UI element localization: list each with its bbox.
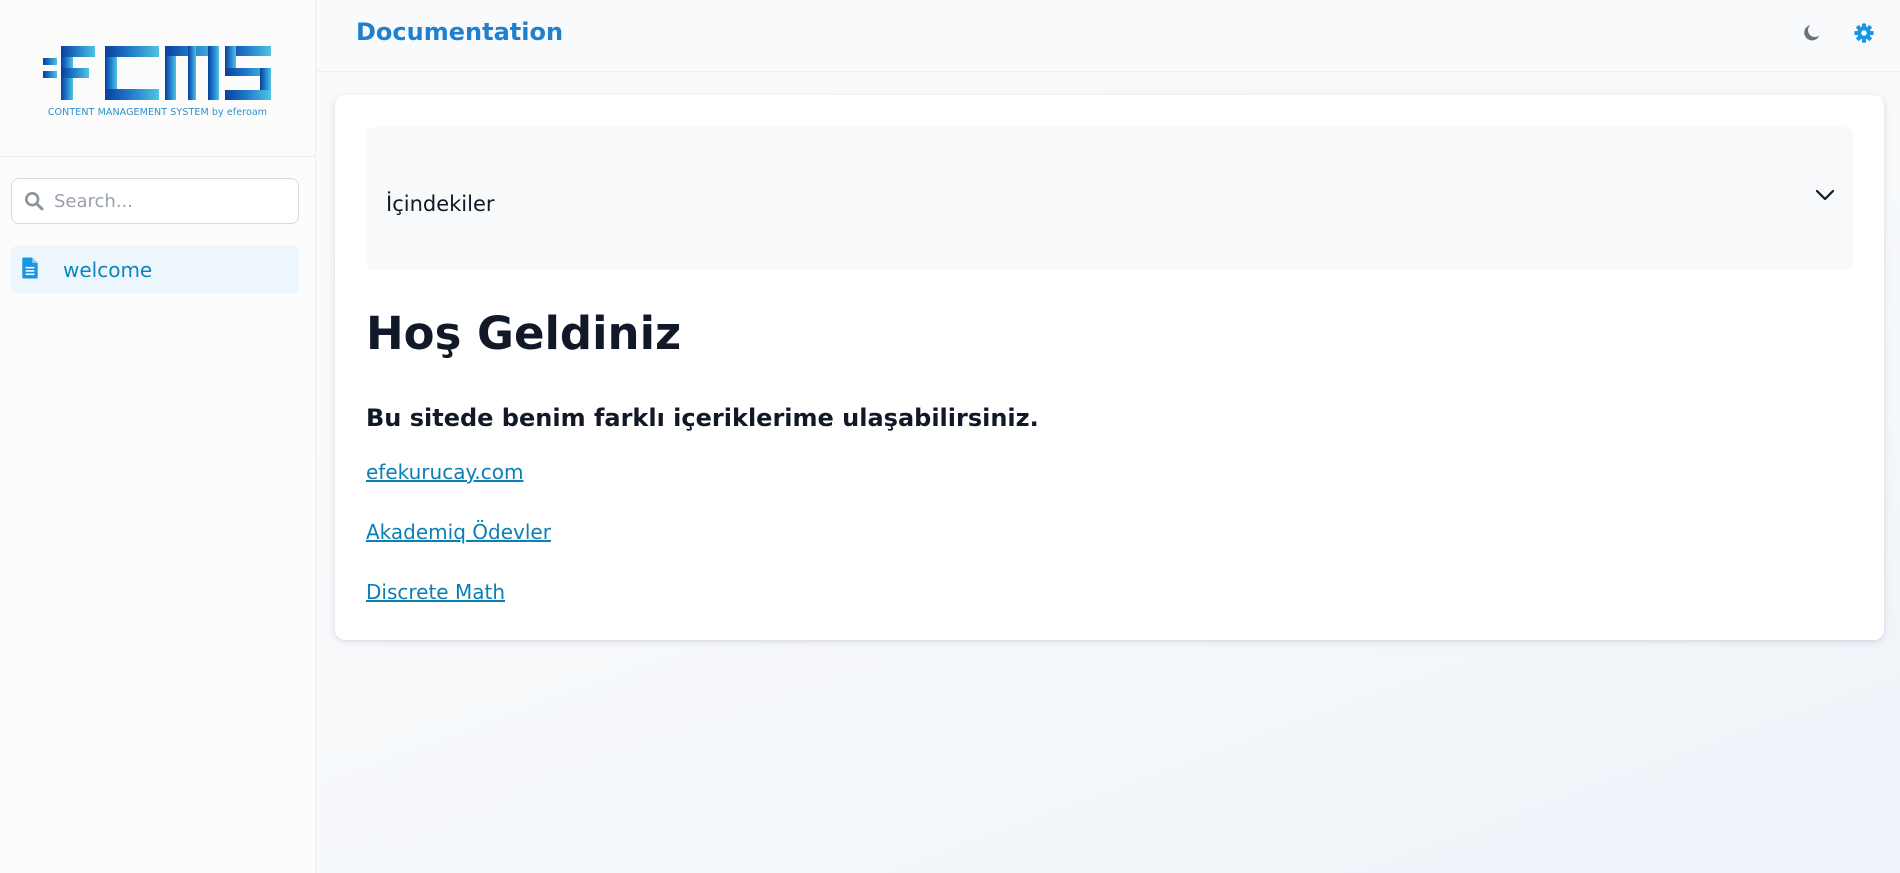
sidebar: CONTENT MANAGEMENT SYSTEM by eferoam wel…: [0, 0, 316, 873]
gear-icon[interactable]: [1853, 22, 1875, 44]
sidebar-item-welcome[interactable]: welcome: [11, 245, 299, 294]
file-text-icon: [22, 257, 38, 279]
chevron-down-icon[interactable]: [1814, 184, 1836, 206]
moon-icon[interactable]: [1801, 22, 1823, 44]
welcome-heading: Hoş Geldiniz: [366, 307, 682, 360]
fcms-logo-icon: [42, 46, 271, 100]
search-icon: [24, 191, 44, 211]
table-of-contents[interactable]: İçindekiler: [366, 127, 1853, 270]
top-header: Documentation: [316, 0, 1900, 72]
link-efekurucay[interactable]: efekurucay.com: [366, 460, 524, 484]
search-box[interactable]: [11, 178, 299, 224]
search-input[interactable]: [54, 190, 284, 212]
page-title[interactable]: Documentation: [356, 18, 563, 46]
link-akademiq-odevler[interactable]: Akademiq Ödevler: [366, 520, 551, 544]
content-card: İçindekiler Hoş Geldiniz Bu sitede benim…: [335, 95, 1884, 640]
sidebar-item-label: welcome: [63, 257, 153, 282]
intro-text: Bu sitede benim farklı içeriklerime ulaş…: [366, 404, 1039, 432]
link-discrete-math[interactable]: Discrete Math: [366, 580, 505, 604]
logo-tagline: CONTENT MANAGEMENT SYSTEM by eferoam: [47, 107, 268, 118]
toc-label: İçindekiler: [386, 192, 495, 216]
logo[interactable]: CONTENT MANAGEMENT SYSTEM by eferoam: [0, 0, 315, 157]
